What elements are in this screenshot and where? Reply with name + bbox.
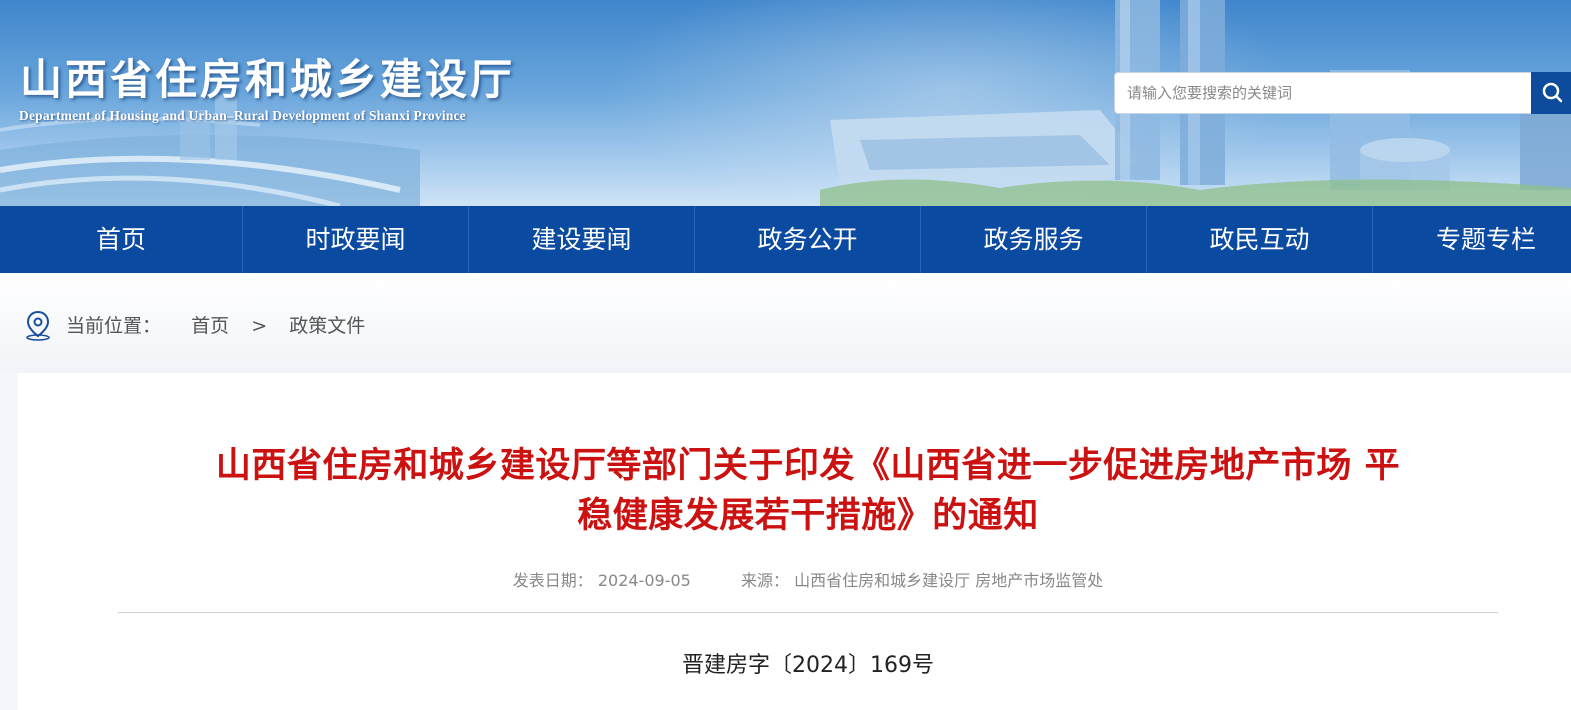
header-banner: 山西省住房和城乡建设厅 Department of Housing and Ur… [0,0,1571,206]
nav-item-home[interactable]: 首页 [0,206,243,273]
search-icon [1542,82,1563,103]
article-title-line2: 稳健康发展若干措施》的通知 [577,496,1039,536]
nav-item-special-topics[interactable]: 专题专栏 [1373,206,1571,273]
nav-item-government-services[interactable]: 政务服务 [921,206,1147,273]
article-meta: 发表日期： 2024-09-05 来源： 山西省住房和城乡建设厅 房地产市场监管… [18,567,1571,591]
breadcrumb: 当前位置： 首页 > 政策文件 [0,273,1571,373]
nav-item-interaction[interactable]: 政民互动 [1147,206,1373,273]
site-title: 山西省住房和城乡建设厅 [20,55,516,104]
nav-item-government-affairs[interactable]: 政务公开 [695,206,921,273]
document-number: 晋建房字〔2024〕169号 [682,653,934,678]
article-title: 山西省住房和城乡建设厅等部门关于印发《山西省进一步促进房地产市场 平 稳健康发展… [118,441,1498,541]
publish-date-label: 发表日期： [512,571,593,590]
breadcrumb-prefix: 当前位置： [66,315,162,337]
search-input[interactable] [1114,72,1531,114]
search-box [1114,72,1571,116]
source-label: 来源： [741,571,790,590]
article-title-line1: 山西省住房和城乡建设厅等部门关于印发《山西省进一步促进房地产市场 平 [215,446,1401,486]
breadcrumb-separator: > [251,315,268,337]
nav-item-political-news[interactable]: 时政要闻 [243,206,469,273]
breadcrumb-home-link[interactable]: 首页 [191,311,229,338]
publish-date: 2024-09-05 [597,571,691,590]
location-pin-icon [26,310,50,341]
breadcrumb-trail: 当前位置： 首页 > 政策文件 [66,311,365,338]
breadcrumb-current-link[interactable]: 政策文件 [289,311,365,338]
article-panel: 山西省住房和城乡建设厅等部门关于印发《山西省进一步促进房地产市场 平 稳健康发展… [18,373,1571,710]
meta-divider [118,612,1498,613]
nav-item-construction-news[interactable]: 建设要闻 [469,206,695,273]
search-button[interactable] [1531,72,1571,114]
source-value: 山西省住房和城乡建设厅 房地产市场监管处 [794,571,1104,590]
main-nav: 首页 时政要闻 建设要闻 政务公开 政务服务 政民互动 专题专栏 [0,206,1571,273]
site-subtitle: Department of Housing and Urban–Rural De… [19,108,466,123]
